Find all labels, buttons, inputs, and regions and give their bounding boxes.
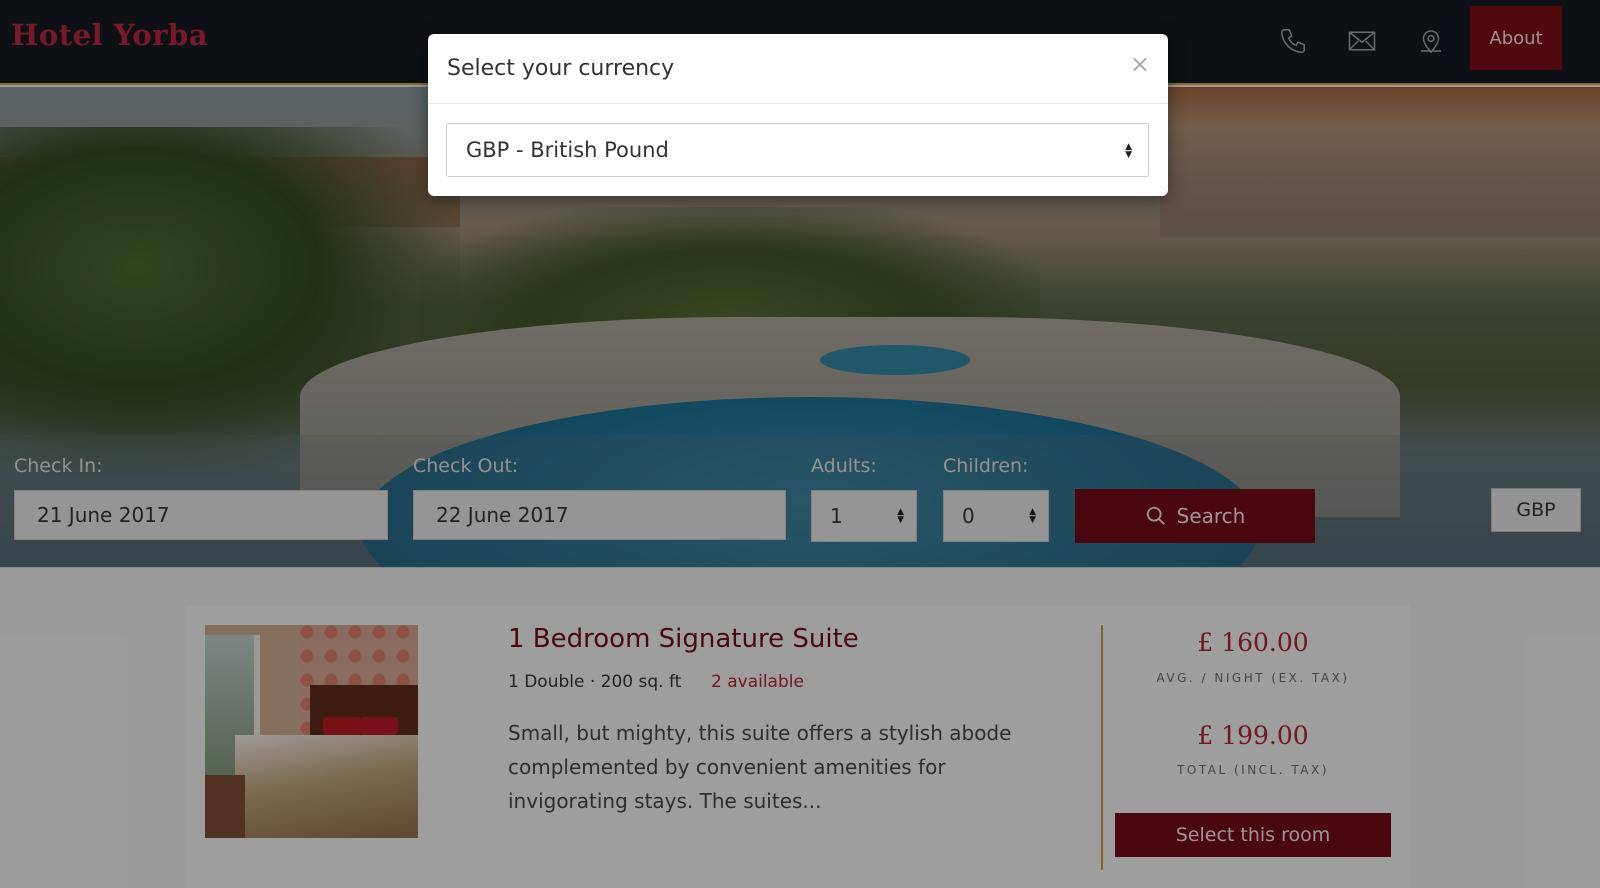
select-arrows-icon: ▲ ▼ bbox=[1125, 142, 1132, 160]
close-icon[interactable]: × bbox=[1130, 52, 1150, 76]
currency-modal: Select your currency × GBP - British Pou… bbox=[428, 34, 1168, 196]
modal-header: Select your currency × bbox=[428, 34, 1168, 104]
currency-select-value: GBP - British Pound bbox=[466, 138, 669, 162]
modal-title: Select your currency bbox=[447, 56, 675, 81]
currency-select[interactable]: GBP - British Pound ▲ ▼ bbox=[446, 123, 1149, 177]
